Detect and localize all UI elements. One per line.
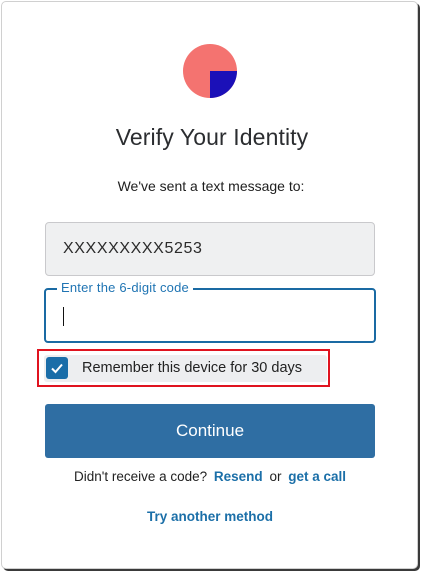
text-caret xyxy=(63,307,64,326)
resend-link[interactable]: Resend xyxy=(214,469,263,484)
or-text: or xyxy=(269,469,282,484)
code-input[interactable] xyxy=(46,290,374,341)
resend-line: Didn't receive a code? Resend or get a c… xyxy=(0,469,420,484)
page-title: Verify Your Identity xyxy=(115,124,309,150)
phone-number-display: XXXXXXXXX5253 xyxy=(45,222,375,276)
no-code-text: Didn't receive a code? xyxy=(73,469,208,484)
page-subtitle: We've sent a text message to: xyxy=(117,178,305,194)
get-a-call-link[interactable]: get a call xyxy=(288,469,346,484)
continue-button[interactable]: Continue xyxy=(45,404,375,458)
try-another-method-link[interactable]: Try another method xyxy=(147,509,273,524)
remember-device-label: Remember this device for 30 days xyxy=(82,360,303,376)
try-another-wrapper: Try another method xyxy=(0,509,420,524)
brand-logo-icon xyxy=(183,44,237,98)
code-field[interactable]: Enter the 6-digit code xyxy=(44,280,376,343)
remember-device-option[interactable]: Remember this device for 30 days xyxy=(44,355,327,382)
checkmark-icon xyxy=(51,363,63,374)
remember-device-checkbox[interactable] xyxy=(46,357,68,379)
